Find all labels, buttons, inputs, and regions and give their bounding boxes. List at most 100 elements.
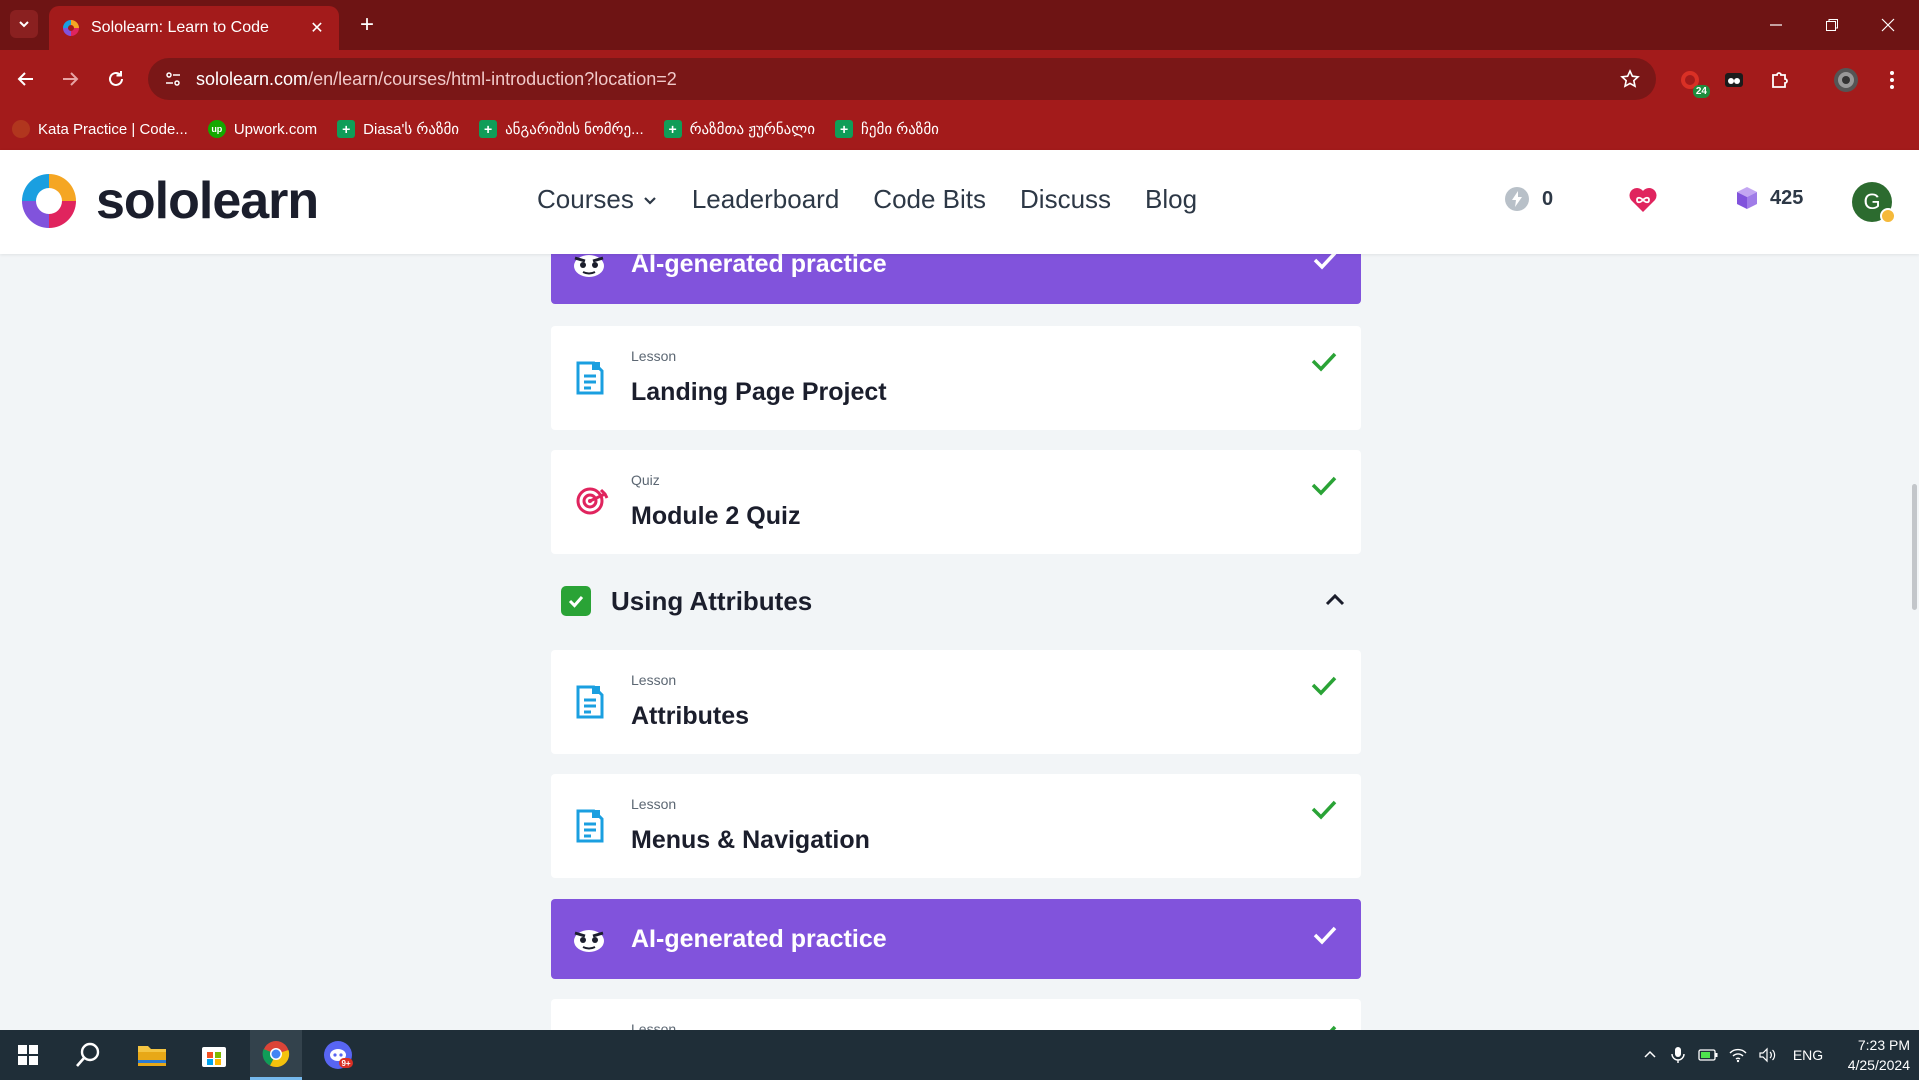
heart-infinity-icon bbox=[1628, 186, 1658, 214]
lesson-document-icon bbox=[575, 684, 605, 720]
main-nav: Courses Leaderboard Code Bits Discuss Bl… bbox=[537, 184, 1231, 215]
bookmark-account-numbers[interactable]: + ანგარიშის ნომრე... bbox=[479, 120, 644, 138]
bookmark-diasa-razmi[interactable]: + Diasa'ს რაზმი bbox=[337, 120, 459, 138]
ai-practice-card[interactable]: AI-generated practice bbox=[551, 899, 1361, 979]
start-button[interactable] bbox=[2, 1030, 54, 1080]
bookmark-star-icon[interactable] bbox=[1618, 67, 1642, 91]
clock-date: 4/25/2024 bbox=[1847, 1057, 1910, 1073]
reload-icon bbox=[109, 71, 123, 86]
check-icon bbox=[1311, 676, 1337, 696]
sololearn-logo[interactable]: sololearn bbox=[18, 170, 319, 232]
taskbar-clock[interactable]: 7:23 PM 4/25/2024 bbox=[1830, 1035, 1910, 1075]
lesson-type-label: Lesson bbox=[631, 672, 677, 688]
streak-counter[interactable]: 0 bbox=[1504, 186, 1553, 212]
browser-menu-icon[interactable] bbox=[1878, 66, 1906, 94]
bookmarks-bar: Kata Practice | Code... up Upwork.com + … bbox=[0, 108, 1919, 150]
tray-overflow-chevron-icon[interactable] bbox=[1638, 1030, 1662, 1080]
taskbar-discord[interactable]: 9+ bbox=[312, 1030, 364, 1080]
nav-courses[interactable]: Courses bbox=[537, 184, 658, 215]
hearts-indicator[interactable] bbox=[1628, 186, 1670, 214]
bookmark-chemi-razmi[interactable]: + ჩემი რაზმი bbox=[835, 120, 939, 138]
wifi-icon[interactable] bbox=[1726, 1030, 1750, 1080]
browser-tabstrip: Sololearn: Learn to Code ✕ + bbox=[0, 0, 1919, 50]
windows-logo-icon bbox=[18, 1045, 38, 1065]
check-icon bbox=[1329, 1025, 1337, 1030]
minimize-icon bbox=[1770, 24, 1782, 26]
url-path: /en/learn/courses/html-introduction?loca… bbox=[308, 68, 677, 89]
nav-leaderboard[interactable]: Leaderboard bbox=[692, 184, 839, 215]
extension-goggles-icon[interactable] bbox=[1720, 66, 1748, 94]
bookmark-razmta-journal[interactable]: + რაზმთა ჟურნალი bbox=[663, 120, 816, 138]
nav-blog[interactable]: Blog bbox=[1145, 184, 1197, 215]
address-bar[interactable]: sololearn.com/en/learn/courses/html-intr… bbox=[148, 58, 1656, 100]
plus-flag-icon: + bbox=[337, 120, 356, 138]
plus-flag-icon: + bbox=[479, 120, 498, 138]
reload-button[interactable] bbox=[102, 65, 130, 93]
arrow-right-icon bbox=[63, 72, 79, 86]
bookmark-label: Diasa'ს რაზმი bbox=[363, 121, 460, 138]
lesson-card[interactable]: Lesson Menus & Navigation bbox=[551, 774, 1361, 878]
chevron-up-icon[interactable] bbox=[1323, 588, 1347, 612]
check-icon bbox=[1311, 800, 1337, 820]
url-text: sololearn.com/en/learn/courses/html-intr… bbox=[196, 69, 1618, 90]
restore-icon bbox=[1826, 19, 1838, 31]
page-scrollbar[interactable] bbox=[1910, 254, 1919, 1030]
plus-flag-icon: + bbox=[835, 120, 854, 138]
clock-time: 7:23 PM bbox=[1857, 1037, 1910, 1053]
nav-code-bits[interactable]: Code Bits bbox=[873, 184, 986, 215]
browser-tab-active[interactable]: Sololearn: Learn to Code ✕ bbox=[49, 6, 339, 50]
new-tab-button[interactable]: + bbox=[352, 10, 382, 40]
robot-face-icon bbox=[574, 255, 604, 277]
logo-wordmark: sololearn bbox=[96, 172, 319, 230]
chevron-down-icon bbox=[644, 196, 656, 205]
nav-discuss[interactable]: Discuss bbox=[1020, 184, 1111, 215]
bookmark-upwork[interactable]: up Upwork.com bbox=[207, 120, 317, 138]
sololearn-logo-icon bbox=[22, 174, 76, 228]
lesson-card[interactable]: Lesson Landing Page Project bbox=[551, 326, 1361, 430]
discord-badge: 9+ bbox=[341, 1059, 350, 1068]
bookmark-kata-practice[interactable]: Kata Practice | Code... bbox=[12, 120, 188, 138]
ai-practice-card[interactable]: AI-generated practice bbox=[551, 254, 1361, 304]
tab-close-icon[interactable]: ✕ bbox=[307, 18, 327, 38]
profile-avatar-icon[interactable] bbox=[1832, 66, 1860, 94]
bookmark-label: რაზმთა ჟურნალი bbox=[689, 121, 816, 138]
scrollbar-thumb[interactable] bbox=[1912, 484, 1917, 610]
extensions-puzzle-icon[interactable] bbox=[1766, 66, 1794, 94]
close-window-button[interactable] bbox=[1860, 0, 1916, 50]
site-info-icon[interactable] bbox=[162, 68, 184, 90]
taskbar-chrome[interactable] bbox=[250, 1030, 302, 1080]
discord-icon: 9+ bbox=[324, 1041, 353, 1069]
quiz-card[interactable]: Quiz Module 2 Quiz bbox=[551, 450, 1361, 554]
battery-icon[interactable] bbox=[1696, 1030, 1720, 1080]
ai-practice-title: AI-generated practice bbox=[631, 254, 887, 278]
section-header-using-attributes[interactable]: Using Attributes bbox=[551, 560, 1361, 640]
pro-star-icon bbox=[1880, 208, 1896, 224]
bits-counter[interactable]: 425 bbox=[1736, 186, 1803, 210]
lesson-card[interactable]: Lesson Attributes bbox=[551, 650, 1361, 754]
restore-button[interactable] bbox=[1804, 0, 1860, 50]
extension-stopwatch-icon[interactable]: 24 bbox=[1676, 66, 1710, 98]
upwork-icon: up bbox=[207, 120, 226, 138]
lesson-card[interactable]: Lesson bbox=[551, 999, 1361, 1030]
section-title: Using Attributes bbox=[611, 586, 813, 616]
volume-icon[interactable] bbox=[1756, 1030, 1780, 1080]
back-button[interactable] bbox=[12, 65, 40, 93]
check-icon bbox=[1311, 352, 1337, 372]
minimize-button[interactable] bbox=[1748, 0, 1804, 50]
microphone-icon[interactable] bbox=[1666, 1030, 1690, 1080]
input-language[interactable]: ENG bbox=[1788, 1030, 1828, 1080]
lesson-title: Attributes bbox=[631, 702, 750, 730]
lesson-document-icon bbox=[575, 360, 605, 396]
folder-icon bbox=[138, 1046, 166, 1066]
check-icon bbox=[1313, 254, 1337, 270]
tab-search-button[interactable] bbox=[10, 10, 38, 38]
taskbar-search-button[interactable] bbox=[62, 1030, 114, 1080]
user-avatar[interactable]: G bbox=[1852, 182, 1896, 224]
quiz-title: Module 2 Quiz bbox=[631, 502, 801, 530]
streak-value: 0 bbox=[1542, 187, 1554, 210]
codewars-icon bbox=[12, 120, 30, 138]
taskbar-microsoft-store[interactable] bbox=[188, 1030, 240, 1080]
quiz-target-icon bbox=[575, 484, 609, 518]
forward-button[interactable] bbox=[56, 65, 84, 93]
taskbar-file-explorer[interactable] bbox=[126, 1030, 178, 1080]
